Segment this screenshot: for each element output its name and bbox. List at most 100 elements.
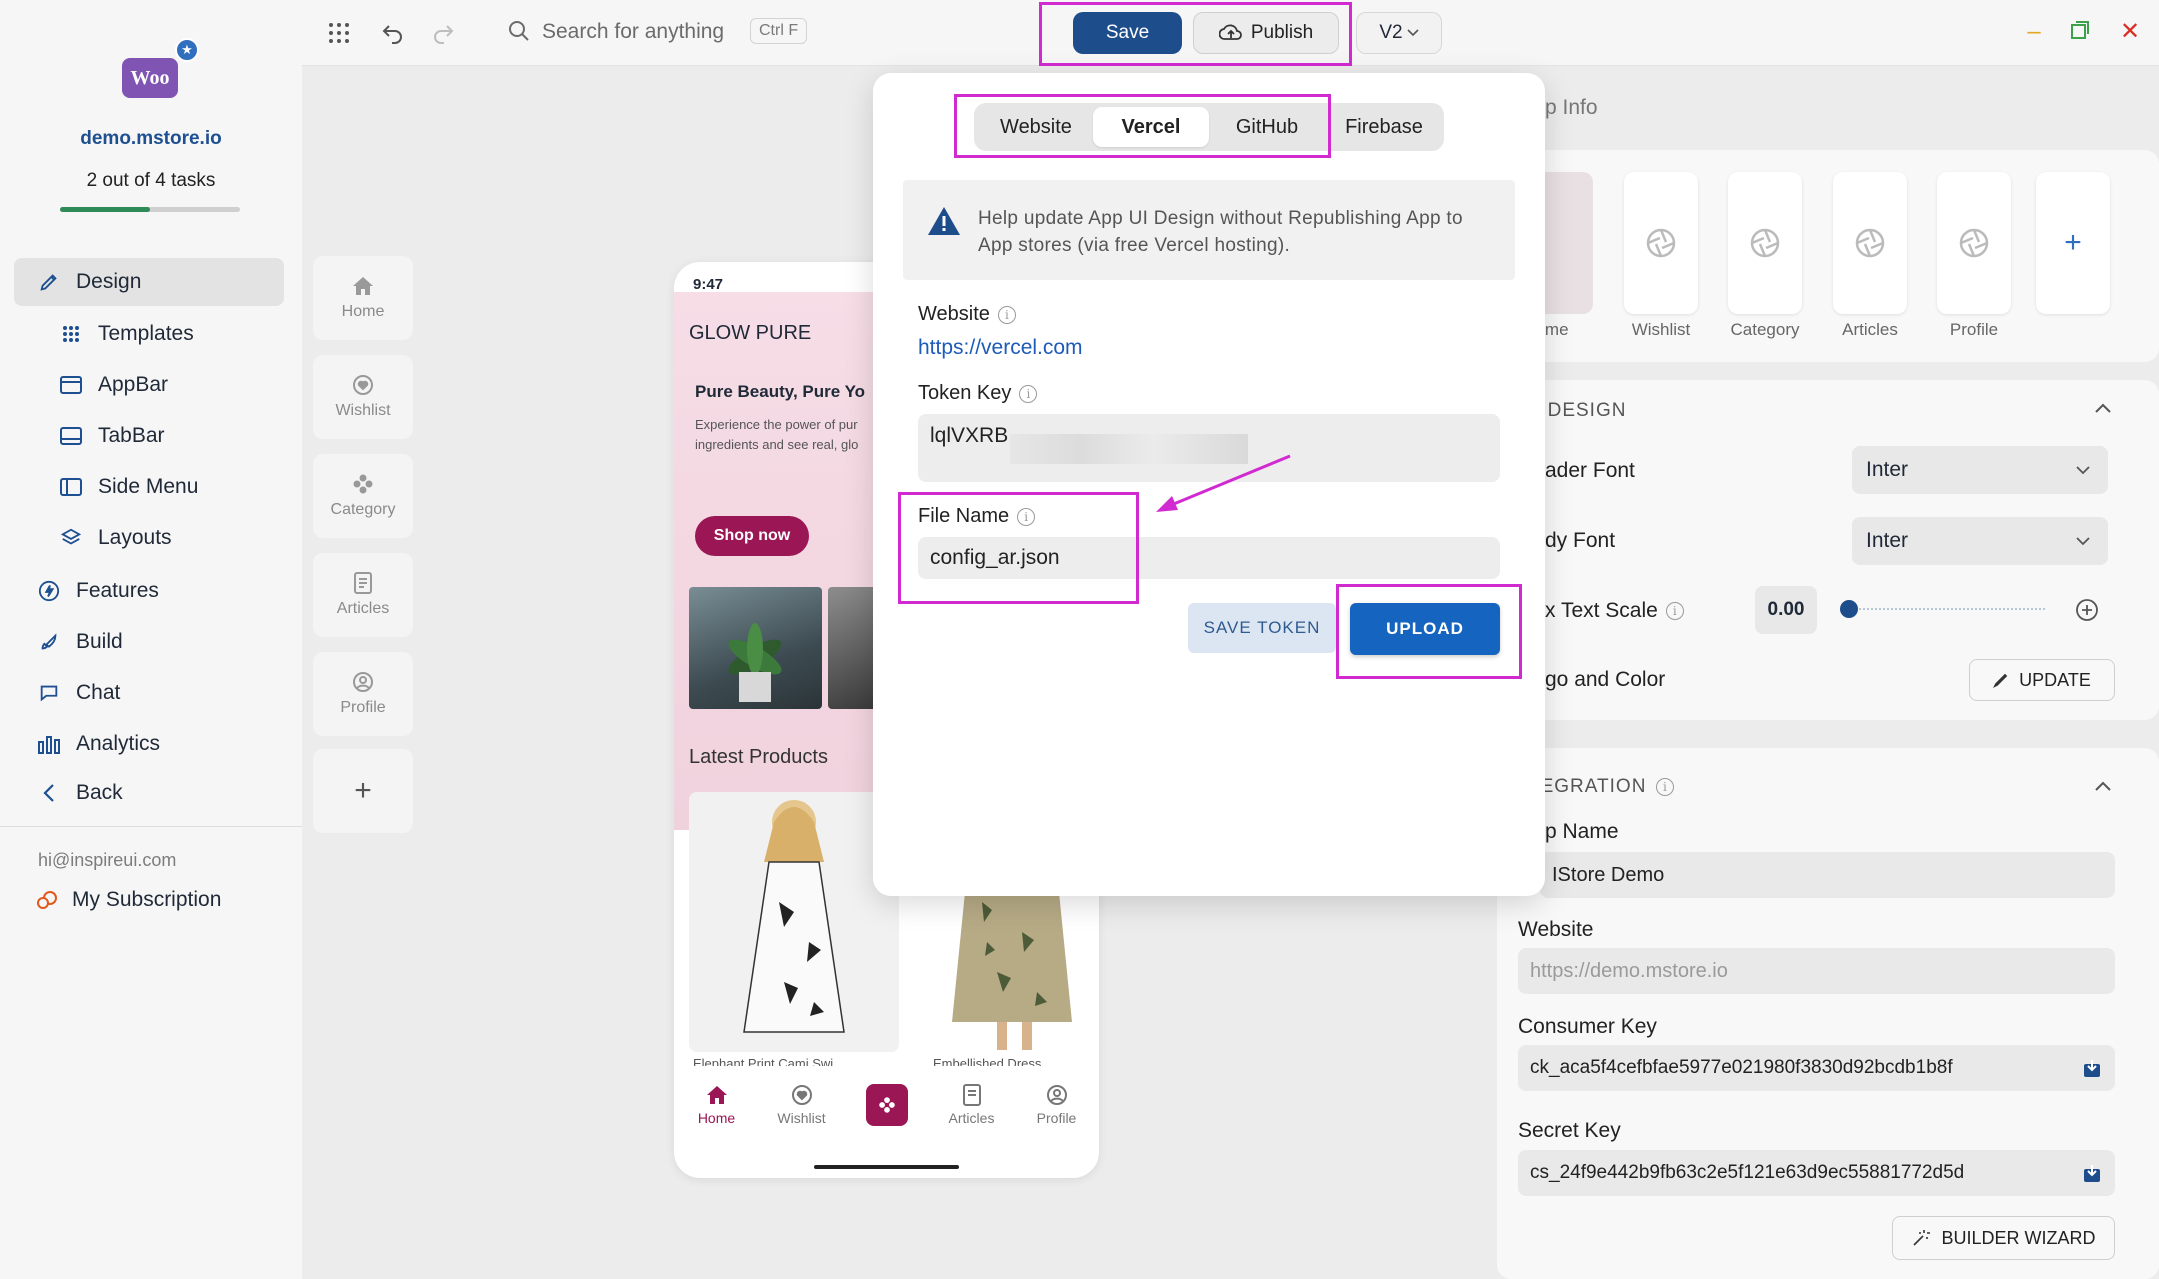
rail-add-button[interactable]: + xyxy=(313,749,413,833)
update-button[interactable]: UPDATE xyxy=(1969,659,2115,701)
subscription-icon xyxy=(36,888,60,912)
consumer-key-input[interactable]: ck_aca5f4cefbfae5977e021980f3830d92bcdb1… xyxy=(1518,1045,2115,1091)
sidebar-item-analytics[interactable]: Analytics xyxy=(14,720,284,768)
header-font-select[interactable]: Inter xyxy=(1852,446,2108,494)
add-screen-button[interactable]: + xyxy=(2036,172,2110,314)
save-button[interactable]: Save xyxy=(1073,12,1182,54)
sidebar-item-side-menu[interactable]: Side Menu xyxy=(14,463,284,511)
tasks-progress-text: 2 out of 4 tasks xyxy=(86,170,216,191)
text-scale-value: 0.00 xyxy=(1755,586,1817,634)
sidebar-item-features[interactable]: Features xyxy=(14,567,284,615)
publish-button[interactable]: Publish xyxy=(1193,12,1339,54)
download-icon[interactable] xyxy=(2083,1058,2101,1078)
search-input[interactable]: Search for anything xyxy=(542,20,724,44)
screen-tile-articles[interactable] xyxy=(1833,172,1907,314)
screen-label: Profile xyxy=(1949,320,1999,339)
text-scale-label: x Text Scale i xyxy=(1545,599,1684,623)
home-indicator xyxy=(814,1165,959,1169)
phone-nav-center[interactable] xyxy=(844,1070,929,1140)
website-input[interactable]: https://demo.mstore.io xyxy=(1518,948,2115,994)
sidebar-item-label: Build xyxy=(76,630,123,653)
sidebar-item-tabbar[interactable]: TabBar xyxy=(14,412,284,460)
screen-tile-wishlist[interactable] xyxy=(1624,172,1698,314)
sidebar-item-label: Analytics xyxy=(76,732,161,755)
tab-firebase[interactable]: Firebase xyxy=(1330,107,1438,147)
site-url[interactable]: demo.mstore.io xyxy=(0,128,302,150)
chevron-up-icon[interactable] xyxy=(2094,780,2112,792)
header-font-label: ader Font xyxy=(1545,459,1635,482)
sidebar-item-appbar[interactable]: AppBar xyxy=(14,361,284,409)
magic-wand-icon xyxy=(1911,1228,1931,1248)
rail-item-articles[interactable]: Articles xyxy=(313,553,413,637)
aperture-icon xyxy=(1854,227,1886,259)
rocket-icon xyxy=(36,629,62,655)
file-name-highlight xyxy=(898,492,1139,604)
sidebar-item-templates[interactable]: Templates xyxy=(14,310,284,358)
phone-nav-profile[interactable]: Profile xyxy=(1014,1070,1099,1140)
maximize-icon[interactable] xyxy=(2070,20,2094,44)
close-icon[interactable]: ✕ xyxy=(2118,20,2142,44)
builder-wizard-button[interactable]: BUILDER WIZARD xyxy=(1892,1216,2115,1260)
side-menu-icon xyxy=(58,474,84,500)
sidebar-item-chat[interactable]: Chat xyxy=(14,669,284,717)
version-select[interactable]: V2 xyxy=(1356,12,1442,54)
screen-label: Category xyxy=(1730,320,1800,339)
apps-grid-icon[interactable] xyxy=(324,18,354,48)
thumbnail-plant xyxy=(689,587,822,709)
vercel-link[interactable]: https://vercel.com xyxy=(918,336,1083,360)
my-subscription-link[interactable]: My Subscription xyxy=(36,888,221,912)
secret-key-label: Secret Key xyxy=(1518,1119,1621,1142)
screen-tile-category[interactable] xyxy=(1728,172,1802,314)
product-card[interactable] xyxy=(689,792,899,1052)
secret-key-input[interactable]: cs_24f9e442b9fb63c2e5f121e63d9ec55881772… xyxy=(1518,1150,2115,1196)
sidebar-item-label: Templates xyxy=(98,322,194,345)
category-icon xyxy=(865,1084,908,1126)
info-banner xyxy=(903,180,1515,280)
sidebar-item-design[interactable]: Design xyxy=(14,258,284,306)
sidebar-item-layouts[interactable]: Layouts xyxy=(14,514,284,562)
phone-time: 9:47 xyxy=(693,276,724,293)
body-font-select[interactable]: Inter xyxy=(1852,517,2108,565)
redo-icon[interactable] xyxy=(428,18,458,48)
phone-bottom-nav: Home Wishlist Articles Profile xyxy=(674,1070,1099,1140)
search-icon[interactable] xyxy=(508,20,532,44)
chevron-up-icon[interactable] xyxy=(2094,402,2112,414)
search-shortcut: Ctrl F xyxy=(750,18,808,44)
hero-body-line1: Experience the power of pur xyxy=(695,417,858,432)
annotation-arrow xyxy=(1150,452,1300,516)
sidebar-item-build[interactable]: Build xyxy=(14,618,284,666)
rail-item-profile[interactable]: Profile xyxy=(313,652,413,736)
info-icon: i xyxy=(1656,778,1675,796)
phone-nav-articles[interactable]: Articles xyxy=(929,1070,1014,1140)
rail-item-category[interactable]: Category xyxy=(313,454,413,538)
info-text-line2: App stores (via free Vercel hosting). xyxy=(978,235,1291,256)
info-icon: i xyxy=(997,305,1016,324)
publish-label: Publish xyxy=(1250,22,1314,43)
sidebar-item-back[interactable]: Back xyxy=(14,769,284,817)
rail-item-wishlist[interactable]: Wishlist xyxy=(313,355,413,439)
tabbar-icon xyxy=(58,423,84,449)
app-name-input[interactable]: IStore Demo xyxy=(1540,852,2115,898)
profile-icon xyxy=(1046,1084,1068,1106)
article-icon xyxy=(353,572,373,594)
text-scale-slider[interactable] xyxy=(1840,600,2045,618)
download-icon[interactable] xyxy=(2083,1163,2101,1183)
phone-brand: GLOW PURE xyxy=(689,322,812,344)
woo-logo: Woo xyxy=(122,58,178,98)
screen-tile-home[interactable] xyxy=(1545,172,1593,314)
phone-nav-wishlist[interactable]: Wishlist xyxy=(759,1070,844,1140)
undo-icon[interactable] xyxy=(378,18,408,48)
screen-tile-profile[interactable] xyxy=(1937,172,2011,314)
consumer-key-label: Consumer Key xyxy=(1518,1015,1657,1038)
slider-thumb[interactable] xyxy=(1840,600,1858,618)
rail-item-home[interactable]: Home xyxy=(313,256,413,340)
sidebar-item-label: Features xyxy=(76,579,159,602)
rail-item-label: Profile xyxy=(340,699,386,716)
plus-circle-icon[interactable] xyxy=(2075,598,2099,622)
save-token-button[interactable]: SAVE TOKEN xyxy=(1188,603,1336,653)
phone-nav-home[interactable]: Home xyxy=(674,1070,759,1140)
app-name-label: p Name xyxy=(1545,820,1619,843)
shop-now-button[interactable]: Shop now xyxy=(695,516,809,556)
minimize-icon[interactable]: – xyxy=(2022,20,2046,44)
info-text-line1: Help update App UI Design without Republ… xyxy=(978,208,1463,229)
